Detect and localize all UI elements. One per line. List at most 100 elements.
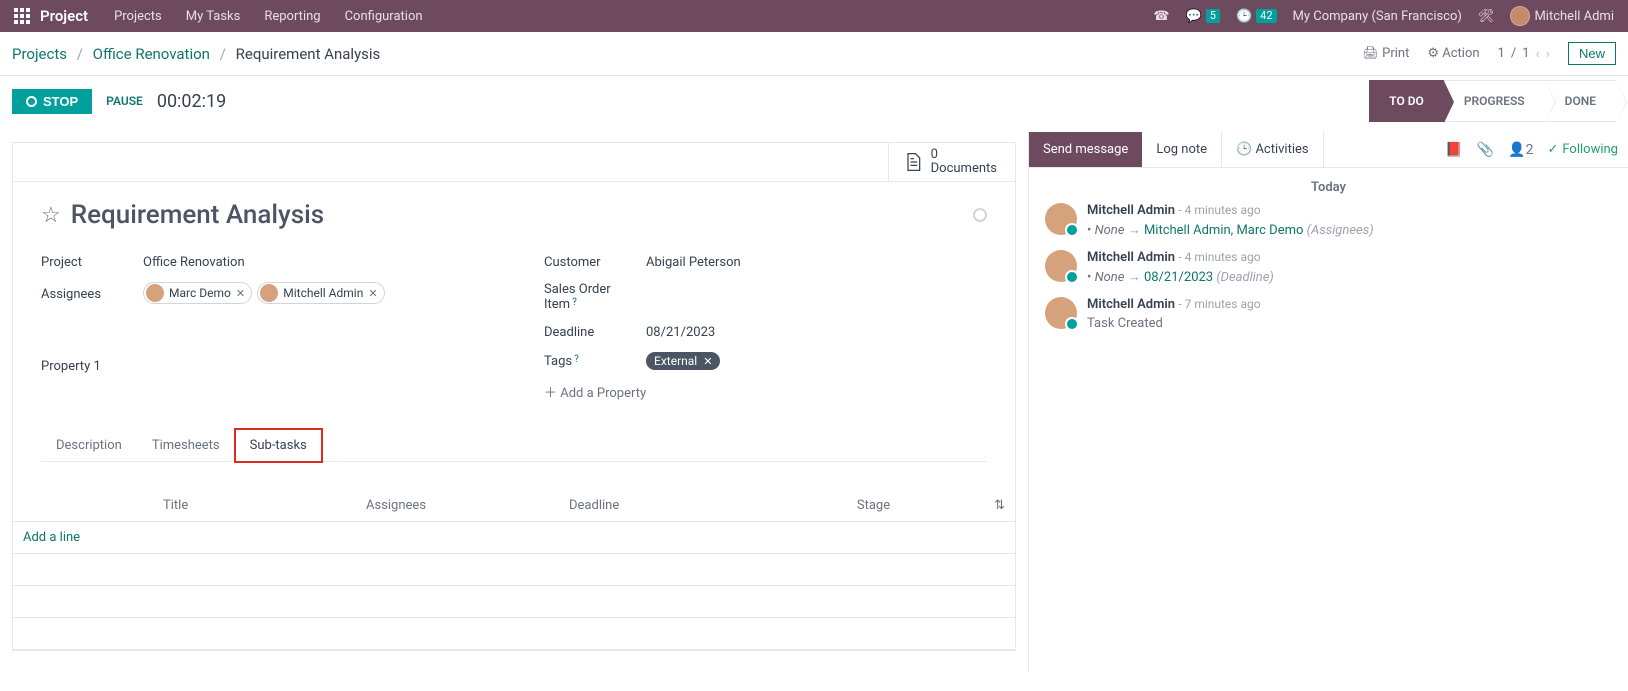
help-icon[interactable]: ? <box>574 354 579 365</box>
field-deadline[interactable]: 08/21/2023 <box>646 325 987 340</box>
feed-message: Mitchell Admin - 4 minutes ago • None → … <box>1045 250 1612 285</box>
user-menu[interactable]: Mitchell Admi <box>1510 6 1614 26</box>
tag-chip[interactable]: External✕ <box>646 352 720 370</box>
msg-time: - 7 minutes ago <box>1178 297 1260 311</box>
timer-row: STOP PAUSE 00:02:19 TO DO PROGRESS DONE <box>0 76 1628 132</box>
grid-options-icon[interactable]: ⇅ <box>975 498 1005 513</box>
log-note-button[interactable]: Log note <box>1142 132 1221 167</box>
activities-clock-icon[interactable]: 🕒42 <box>1236 9 1277 24</box>
bookmark-icon[interactable]: 📕 <box>1445 142 1462 158</box>
messages-icon[interactable]: 💬5 <box>1186 9 1220 24</box>
tab-subtasks[interactable]: Sub-tasks <box>235 429 322 462</box>
new-button[interactable]: New <box>1568 42 1616 65</box>
msg-text: Task Created <box>1087 316 1261 331</box>
pause-button[interactable]: PAUSE <box>106 94 143 108</box>
activities-button[interactable]: 🕒 Activities <box>1221 132 1324 167</box>
action-button[interactable]: ⚙ Action <box>1427 46 1479 61</box>
crumb-projects[interactable]: Projects <box>12 45 67 63</box>
subtask-grid-header: Title Assignees Deadline Stage ⇅ <box>13 490 1015 522</box>
star-icon[interactable]: ☆ <box>41 203 61 228</box>
remove-assignee-icon[interactable]: ✕ <box>236 287 245 300</box>
nav-projects[interactable]: Projects <box>114 9 162 24</box>
field-assignees[interactable]: Marc Demo✕ Mitchell Admin✕ <box>143 282 484 306</box>
assignee-chip[interactable]: Mitchell Admin✕ <box>257 282 384 304</box>
avatar-icon <box>1510 6 1530 26</box>
pager-next-icon[interactable]: › <box>1546 46 1550 62</box>
feed-message: Mitchell Admin - 7 minutes ago Task Crea… <box>1045 297 1612 331</box>
pager-total: 1 <box>1522 46 1529 61</box>
remove-assignee-icon[interactable]: ✕ <box>368 287 377 300</box>
col-assignees[interactable]: Assignees <box>366 498 569 513</box>
send-message-button[interactable]: Send message <box>1029 132 1142 167</box>
msg-time: - 4 minutes ago <box>1178 203 1260 217</box>
stop-icon <box>26 96 37 107</box>
form-sheet: 0Documents ☆ Requirement Analysis Projec… <box>12 142 1016 651</box>
field-tags[interactable]: External✕ <box>646 352 987 370</box>
priority-toggle[interactable] <box>973 208 987 222</box>
label-property1: Property 1 <box>41 359 131 374</box>
help-icon[interactable]: ? <box>572 297 577 308</box>
task-title[interactable]: Requirement Analysis <box>71 200 324 230</box>
label-deadline: Deadline <box>544 325 634 340</box>
msg-link[interactable]: 08/21/2023 <box>1144 270 1213 285</box>
print-button[interactable]: 🖨 Print <box>1362 46 1409 61</box>
timer-elapsed: 00:02:19 <box>157 91 226 112</box>
documents-statbutton[interactable]: 0Documents <box>888 143 1015 181</box>
avatar-icon <box>1045 250 1077 282</box>
chatter-pane: Send message Log note 🕒 Activities 📕 📎 👤… <box>1028 132 1628 671</box>
label-assignees: Assignees <box>41 287 131 302</box>
stage-todo[interactable]: TO DO <box>1369 80 1444 122</box>
stage-bar: TO DO PROGRESS DONE <box>1369 80 1616 122</box>
breadcrumb: Projects / Office Renovation / Requireme… <box>12 45 380 63</box>
nav-configuration[interactable]: Configuration <box>345 9 423 24</box>
msg-time: - 4 minutes ago <box>1178 250 1260 264</box>
msg-author[interactable]: Mitchell Admin <box>1087 203 1175 218</box>
avatar-icon <box>1045 203 1077 235</box>
msg-link[interactable]: Mitchell Admin, Marc Demo <box>1144 223 1303 238</box>
label-sales-order-item: Sales Order Item? <box>544 282 634 312</box>
col-title[interactable]: Title <box>163 498 366 513</box>
company-switcher[interactable]: My Company (San Francisco) <box>1293 9 1462 24</box>
msg-author[interactable]: Mitchell Admin <box>1087 297 1175 312</box>
stage-progress[interactable]: PROGRESS <box>1444 80 1545 122</box>
document-icon <box>903 150 923 174</box>
tab-timesheets[interactable]: Timesheets <box>137 429 235 461</box>
message-feed: Today Mitchell Admin - 4 minutes ago • N… <box>1029 168 1628 355</box>
feed-message: Mitchell Admin - 4 minutes ago • None → … <box>1045 203 1612 238</box>
remove-tag-icon[interactable]: ✕ <box>703 355 712 368</box>
add-line-button[interactable]: Add a line <box>23 530 80 545</box>
pager-prev-icon[interactable]: ‹ <box>1536 46 1540 62</box>
main-pane: 0Documents ☆ Requirement Analysis Projec… <box>0 132 1028 671</box>
table-row <box>13 618 1015 650</box>
col-deadline[interactable]: Deadline <box>569 498 772 513</box>
top-navbar: Project Projects My Tasks Reporting Conf… <box>0 0 1628 32</box>
pager: 1 / 1 ‹ › <box>1498 46 1550 62</box>
label-project: Project <box>41 255 131 270</box>
followers-button[interactable]: 👤2 <box>1508 142 1533 158</box>
label-customer: Customer <box>544 255 634 270</box>
stop-button[interactable]: STOP <box>12 89 92 114</box>
field-project[interactable]: Office Renovation <box>143 255 484 270</box>
activities-badge: 42 <box>1256 9 1276 23</box>
nav-reporting[interactable]: Reporting <box>264 9 320 24</box>
field-customer[interactable]: Abigail Peterson <box>646 255 987 270</box>
tab-description[interactable]: Description <box>41 429 137 461</box>
add-property-button[interactable]: ＋ Add a Property <box>544 382 646 401</box>
wrench-icon[interactable]: 🛠 <box>1478 9 1495 24</box>
msg-author[interactable]: Mitchell Admin <box>1087 250 1175 265</box>
col-stage[interactable]: Stage <box>772 498 975 513</box>
attachment-icon[interactable]: 📎 <box>1477 142 1494 158</box>
avatar-icon <box>260 284 278 302</box>
table-row <box>13 554 1015 586</box>
feed-today-label: Today <box>1045 180 1612 195</box>
nav-my-tasks[interactable]: My Tasks <box>186 9 241 24</box>
apps-icon[interactable] <box>14 8 30 24</box>
phone-icon[interactable]: ☎ <box>1153 9 1169 24</box>
messages-badge: 5 <box>1206 9 1220 23</box>
subheader: Projects / Office Renovation / Requireme… <box>0 32 1628 76</box>
tabset: Description Timesheets Sub-tasks <box>41 429 987 462</box>
crumb-project[interactable]: Office Renovation <box>93 45 210 63</box>
assignee-chip[interactable]: Marc Demo✕ <box>143 282 252 304</box>
following-button[interactable]: ✓ Following <box>1547 142 1618 157</box>
app-brand[interactable]: Project <box>40 7 88 25</box>
